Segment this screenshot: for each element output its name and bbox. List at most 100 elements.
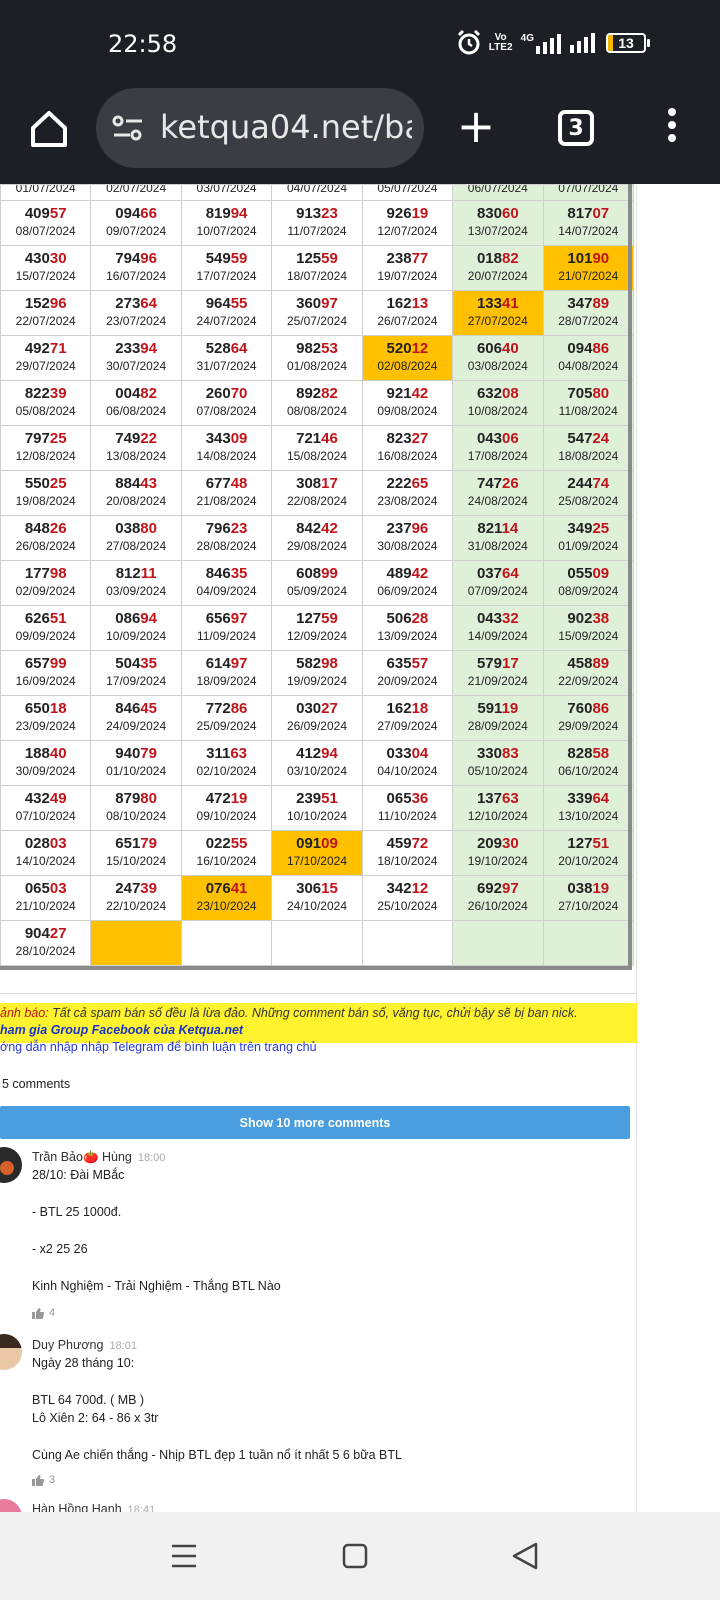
avatar[interactable] (0, 1334, 22, 1370)
result-cell: 84242 29/08/2024 (271, 515, 363, 561)
result-cell: 02/07/2024 (90, 184, 182, 201)
number-tail: 25 (49, 475, 67, 492)
result-number: 79623 (182, 520, 271, 538)
result-cell: 43030 15/07/2024 (0, 245, 92, 291)
more-menu-icon[interactable] (664, 108, 680, 148)
result-number: 52864 (182, 340, 271, 358)
result-date: 02/10/2024 (196, 764, 257, 778)
number-head: 091 (296, 835, 322, 852)
number-tail: 63 (501, 790, 519, 807)
result-number: 50628 (363, 610, 452, 628)
number-tail: 42 (411, 385, 429, 402)
result-number: 47219 (182, 790, 271, 808)
result-cell: 16213 26/07/2024 (361, 290, 454, 336)
like-count[interactable]: 4 (32, 1307, 55, 1319)
result-number: 02803 (1, 835, 90, 853)
url-text[interactable]: ketqua04.net/bai (160, 108, 412, 146)
result-date: 01/07/2024 (15, 184, 76, 196)
result-date: 25/10/2024 (377, 899, 438, 913)
result-date: 04/08/2024 (558, 359, 619, 373)
result-cell: 27364 23/07/2024 (90, 290, 182, 336)
number-tail: 36 (411, 790, 429, 807)
result-cell: 30817 22/08/2024 (271, 470, 363, 516)
telegram-guide-link[interactable]: ớng dẫn nhập nhập Telegram để bình luận … (0, 1040, 317, 1054)
result-cell: 03819 27/10/2024 (542, 875, 635, 921)
result-cell: 22265 23/08/2024 (361, 470, 454, 516)
result-number: 23951 (272, 790, 361, 808)
result-date: 28/07/2024 (558, 314, 619, 328)
number-tail: 66 (140, 205, 157, 222)
result-cell: 03/07/2024 (180, 184, 273, 201)
facebook-group-link[interactable]: ham gia Group Facebook của Ketqua.net (0, 1023, 637, 1037)
number-tail: 13 (411, 295, 429, 312)
result-number: 12559 (272, 250, 361, 268)
result-number: 12751 (544, 835, 633, 853)
tab-switcher-icon[interactable]: 3 (558, 110, 594, 146)
result-cell: 09109 17/10/2024 (271, 830, 363, 876)
avatar[interactable] (0, 1147, 22, 1183)
author-name[interactable]: Trần Bảo🍅 Hùng (32, 1150, 132, 1164)
result-date: 22/09/2024 (558, 674, 619, 688)
number-tail: 42 (321, 520, 338, 537)
result-number: 63208 (453, 385, 542, 403)
address-bar[interactable]: ketqua04.net/bai (96, 88, 424, 168)
result-date: 01/10/2024 (106, 764, 167, 778)
result-cell: 84826 26/08/2024 (0, 515, 92, 561)
number-tail: 04 (411, 745, 429, 762)
result-cell: 05/07/2024 (361, 184, 454, 201)
result-date: 20/08/2024 (106, 494, 167, 508)
home-square-icon[interactable] (337, 1538, 373, 1574)
number-head: 504 (115, 655, 141, 672)
result-cell: 65018 23/09/2024 (0, 695, 92, 741)
like-count[interactable]: 3 (32, 1474, 55, 1486)
site-settings-icon[interactable] (112, 114, 144, 142)
result-number: 45972 (363, 835, 452, 853)
number-head: 626 (24, 610, 50, 627)
result-number: 89282 (272, 385, 361, 403)
home-icon[interactable] (28, 108, 70, 150)
number-head: 926 (386, 205, 412, 222)
number-tail: 23 (321, 205, 338, 222)
result-cell: 45972 18/10/2024 (361, 830, 454, 876)
number-tail: 74 (592, 475, 610, 492)
result-date: 26/07/2024 (377, 314, 438, 328)
result-number: 06536 (363, 790, 452, 808)
result-date: 04/07/2024 (286, 184, 347, 196)
result-number: 65018 (1, 700, 90, 718)
new-tab-icon[interactable]: + (456, 103, 496, 149)
show-more-comments-button[interactable]: Show 10 more comments (0, 1106, 630, 1139)
result-date: 18/08/2024 (558, 449, 619, 463)
result-number: 81994 (182, 205, 271, 223)
author-name[interactable]: Duy Phương (32, 1338, 103, 1352)
number-tail: 15 (321, 880, 338, 897)
number-head: 237 (386, 520, 412, 537)
back-icon[interactable] (508, 1538, 544, 1574)
number-head: 137 (476, 790, 502, 807)
recent-apps-icon[interactable] (166, 1538, 202, 1574)
comment-time[interactable]: 18:01 (109, 1340, 137, 1352)
result-date: 11/10/2024 (377, 809, 437, 823)
number-head: 339 (567, 790, 593, 807)
result-date: 26/09/2024 (286, 719, 347, 733)
comment-time[interactable]: 18:00 (138, 1152, 166, 1164)
number-tail: 12 (411, 880, 429, 897)
result-number: 49271 (1, 340, 90, 358)
table-row: 55025 19/08/2024 88443 20/08/2024 67748 21/08… (0, 470, 635, 516)
result-date: 28/09/2024 (467, 719, 528, 733)
result-number: 82858 (544, 745, 633, 763)
result-cell (90, 920, 182, 966)
result-cell: 94079 01/10/2024 (90, 740, 182, 786)
number-tail: 17 (321, 475, 338, 492)
number-tail: 96 (140, 250, 157, 267)
result-cell: 52864 31/07/2024 (180, 335, 273, 381)
result-cell: 77286 25/09/2024 (180, 695, 273, 741)
result-number: 24474 (544, 475, 633, 493)
result-number: 09109 (272, 835, 361, 853)
number-head: 409 (24, 205, 50, 222)
result-date: 07/10/2024 (15, 809, 76, 823)
result-date: 02/09/2024 (15, 584, 76, 598)
number-head: 606 (476, 340, 502, 357)
result-cell: 59119 28/09/2024 (452, 695, 544, 741)
number-head: 162 (386, 700, 412, 717)
result-cell: 69297 26/10/2024 (452, 875, 544, 921)
